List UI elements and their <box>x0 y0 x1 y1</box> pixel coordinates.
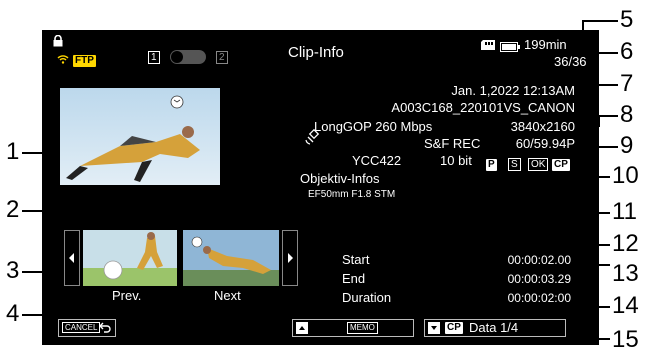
copy-protect-mark: CP <box>552 159 570 171</box>
cp-label: CP <box>445 322 463 334</box>
video-codec: LongGOP 260 Mbps <box>314 119 433 134</box>
start-timecode: 00:00:02.00 <box>507 253 571 267</box>
prev-arrow-button[interactable] <box>64 230 80 286</box>
down-arrow-icon <box>428 322 440 334</box>
clip-info-screen: FTP 1 2 Clip-Info 199min 36/36 Jan. 1,20… <box>42 30 599 345</box>
duration-timecode: 00:00:02:00 <box>507 291 571 305</box>
lens-info-label: Objektiv-Infos <box>300 171 380 186</box>
leader-5 <box>582 20 618 22</box>
end-timecode: 00:00:03.29 <box>507 272 571 286</box>
recording-datetime: Jan. 1,2022 12:13AM <box>451 83 575 98</box>
clip-counter: 36/36 <box>554 54 587 69</box>
slot-toggle[interactable] <box>170 50 206 64</box>
next-label: Next <box>214 288 241 303</box>
clip-name: A003C168_220101VS_CANON <box>391 100 575 115</box>
prev-clip-thumbnail[interactable] <box>83 230 177 286</box>
callout-3: 3 <box>6 257 20 284</box>
clip-mark-s: S <box>508 154 521 172</box>
media-remaining: 199min <box>524 37 567 52</box>
lens-info-value: EF50mm F1.8 STM <box>308 189 396 200</box>
callout-5: 5 <box>620 6 634 33</box>
main-clip-thumbnail <box>60 88 220 185</box>
color-sampling: YCC422 <box>352 153 402 168</box>
cancel-label: CANCEL <box>62 322 101 333</box>
data-page-indicator: Data 1/4 <box>469 320 519 335</box>
callout-2: 2 <box>6 196 20 223</box>
prev-label: Prev. <box>112 288 142 303</box>
media-card-icon <box>480 38 496 50</box>
callout-15: 15 <box>612 326 639 353</box>
cancel-button[interactable]: CANCEL <box>58 319 116 337</box>
callout-13: 13 <box>612 260 639 287</box>
callout-6: 6 <box>620 38 634 65</box>
callout-11: 11 <box>612 198 637 225</box>
wifi-icon <box>57 51 69 64</box>
next-clip-thumbnail[interactable] <box>183 230 279 286</box>
ftp-badge: FTP <box>73 55 96 67</box>
frame-rate: 60/59.94P <box>515 136 575 151</box>
page-title: Clip-Info <box>288 44 344 61</box>
duration-label: Duration <box>342 290 392 305</box>
next-arrow-button[interactable] <box>282 230 298 286</box>
recording-mode: S&F REC <box>424 136 481 151</box>
lock-icon <box>53 34 63 47</box>
memo-label: MEMO <box>347 322 378 334</box>
bit-depth: 10 bit <box>440 153 472 168</box>
callout-8: 8 <box>620 101 634 128</box>
callout-14: 14 <box>612 292 639 319</box>
up-arrow-icon <box>296 322 308 334</box>
clip-mark-p: P <box>486 159 497 171</box>
leader-8 <box>598 115 618 117</box>
callout-1: 1 <box>6 138 20 165</box>
clip-mark-ok: OK <box>528 154 549 172</box>
callout-12: 12 <box>612 230 639 257</box>
callout-10: 10 <box>612 162 639 189</box>
callout-9: 9 <box>620 132 634 159</box>
data-page-button[interactable]: CP Data 1/4 <box>424 319 566 337</box>
start-label: Start <box>342 252 370 267</box>
slot-1-indicator: 1 <box>148 51 160 64</box>
memo-button[interactable]: MEMO <box>292 319 414 337</box>
callout-7: 7 <box>620 70 634 97</box>
video-resolution: 3840x2160 <box>510 119 575 134</box>
back-arrow-icon <box>99 322 111 339</box>
battery-icon <box>500 39 520 52</box>
callout-4: 4 <box>6 300 20 327</box>
end-label: End <box>342 271 366 286</box>
slot-2-indicator: 2 <box>216 51 228 64</box>
